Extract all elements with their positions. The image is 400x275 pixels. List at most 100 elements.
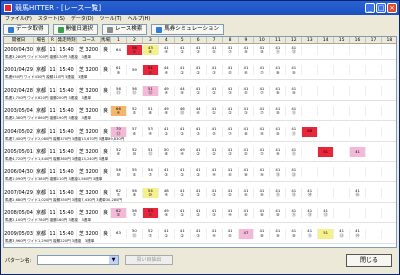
- horse-cell[interactable]: 41 ⑩: [286, 228, 303, 239]
- horse-cell[interactable]: 68: [302, 126, 319, 137]
- horse-cell[interactable]: 41 ⑨: [270, 147, 287, 157]
- horse-cell[interactable]: 41 ⑦: [254, 65, 271, 76]
- horse-cell[interactable]: 70 ⑬: [111, 126, 127, 137]
- race-row[interactable]: 2003/05/04 京都 11 15:40 芝 3200 良 66 ④ 52 ⑤ 51 ⑧ 49 ⑨ 46…: [4, 106, 396, 122]
- horse-cell[interactable]: 41 ⑤: [239, 147, 255, 157]
- column-header[interactable]: 18: [382, 37, 396, 43]
- horse-cell[interactable]: [318, 167, 335, 178]
- column-header[interactable]: 5: [175, 37, 191, 43]
- horse-cell[interactable]: [334, 147, 351, 157]
- horse-cell[interactable]: 53 ④: [143, 126, 159, 137]
- horse-cell[interactable]: 41 ⑯: [350, 187, 366, 198]
- horse-cell[interactable]: 56 ⑧: [127, 187, 143, 198]
- horse-cell[interactable]: 41 ②: [175, 228, 191, 239]
- menu-tools[interactable]: ツール(T): [100, 15, 122, 24]
- horse-cell[interactable]: [302, 106, 319, 117]
- column-header[interactable]: 6: [191, 37, 207, 43]
- horse-cell[interactable]: 51 ⑨: [142, 65, 159, 76]
- horse-cell[interactable]: 41 ②: [207, 147, 223, 157]
- horse-cell[interactable]: 41 ⑤: [223, 187, 239, 198]
- horse-cell[interactable]: [366, 147, 382, 157]
- horse-cell[interactable]: 41 ⑬: [286, 167, 303, 178]
- horse-cell[interactable]: [382, 127, 396, 137]
- horse-cell[interactable]: 41 ⑩: [286, 65, 303, 76]
- menu-start[interactable]: スタート(S): [38, 15, 65, 24]
- column-header[interactable]: 場名: [34, 37, 49, 43]
- horse-cell[interactable]: 56 ⑬: [111, 85, 127, 96]
- horse-cell[interactable]: [350, 106, 366, 117]
- minimize-button[interactable]: _: [365, 3, 375, 13]
- column-header[interactable]: 発走時刻: [57, 37, 77, 43]
- horse-cell[interactable]: 41 ⑦: [223, 126, 239, 137]
- horse-cell[interactable]: 41 ③: [239, 106, 255, 117]
- horse-cell[interactable]: [302, 65, 319, 76]
- horse-cell[interactable]: 41 ②: [223, 106, 239, 117]
- horse-cell[interactable]: 41 ①: [159, 228, 175, 239]
- horse-cell[interactable]: 41 ④: [223, 208, 239, 219]
- horse-cell[interactable]: 41 ⑩: [270, 106, 287, 117]
- horse-cell[interactable]: 41 ⑭: [302, 187, 319, 198]
- column-header[interactable]: R: [49, 37, 57, 43]
- pattern-select[interactable]: ▼: [37, 255, 119, 265]
- horse-cell[interactable]: [334, 187, 351, 198]
- column-header[interactable]: 7: [207, 37, 223, 43]
- horse-cell[interactable]: 41 ⑧: [239, 126, 255, 137]
- horse-cell[interactable]: 41 ②: [175, 126, 191, 137]
- horse-cell[interactable]: 41 ⑤: [239, 85, 255, 96]
- horse-cell[interactable]: 41 ⑤: [223, 228, 239, 239]
- horse-cell[interactable]: 41 ⑨: [239, 45, 255, 55]
- horse-cell[interactable]: [334, 126, 351, 137]
- horse-cell[interactable]: [382, 86, 396, 96]
- horse-cell[interactable]: 41 ⑫: [270, 167, 287, 178]
- horse-cell[interactable]: [350, 85, 366, 96]
- horse-cell[interactable]: 52 ⑦: [143, 228, 159, 239]
- horse-cell[interactable]: 41: [350, 147, 366, 157]
- horse-cell[interactable]: 41 ④: [159, 45, 175, 55]
- horse-cell[interactable]: 41 ①: [159, 126, 175, 137]
- horse-cell[interactable]: 41 ⑨: [254, 187, 271, 198]
- horse-cell[interactable]: 41 ⑨: [270, 228, 287, 239]
- horse-cell[interactable]: 41 ①: [191, 147, 207, 157]
- column-header[interactable]: 1: [111, 37, 127, 43]
- horse-cell[interactable]: 51 ⑫: [143, 147, 159, 157]
- horse-cell[interactable]: [382, 229, 396, 239]
- horse-cell[interactable]: 41 ③: [207, 187, 223, 198]
- horse-cell[interactable]: 48 ④: [159, 187, 175, 198]
- horse-cell[interactable]: 41 ⑩: [254, 45, 271, 55]
- horse-cell[interactable]: 41 ⑧: [270, 65, 287, 76]
- horse-cell[interactable]: 41 ⑧: [254, 208, 271, 219]
- horse-cell[interactable]: 41 ⑭: [350, 228, 366, 239]
- horse-cell[interactable]: 55 ⑤: [127, 167, 143, 178]
- horse-cell[interactable]: [366, 45, 382, 55]
- horse-cell[interactable]: 53 ⑤: [142, 208, 159, 219]
- column-header[interactable]: 11: [270, 37, 287, 43]
- close-button[interactable]: 閉じる: [346, 254, 392, 267]
- column-header[interactable]: 14: [318, 37, 335, 43]
- menu-data[interactable]: データ(D): [71, 15, 94, 24]
- column-header[interactable]: 8: [223, 37, 239, 43]
- horse-cell[interactable]: [382, 106, 396, 116]
- horse-cell[interactable]: 41 ④: [207, 228, 223, 239]
- horse-cell[interactable]: 41 ⑫: [286, 187, 303, 198]
- column-header[interactable]: 2: [127, 37, 143, 43]
- maximize-button[interactable]: □: [376, 3, 386, 13]
- horse-cell[interactable]: [382, 208, 396, 218]
- horse-cell[interactable]: 56 ⑧: [126, 45, 143, 55]
- horse-cell[interactable]: 43 ⑧: [142, 45, 159, 55]
- horse-cell[interactable]: 41 ⑦: [254, 147, 271, 157]
- horse-cell[interactable]: 52 ⑩: [127, 147, 143, 157]
- horse-cell[interactable]: 41 ①: [175, 187, 191, 198]
- race-row[interactable]: 2002/04/28 京都 11 15:40 芝 3200 良 56 ⑬ 56 ⑫ 51 ⑫ 49 ④ 44…: [4, 85, 396, 101]
- horse-cell[interactable]: 41 ⑪: [286, 106, 303, 117]
- horse-cell[interactable]: 41 ①: [175, 167, 191, 178]
- horse-cell[interactable]: [382, 45, 396, 55]
- horse-cell[interactable]: 56 ⑩: [111, 167, 127, 178]
- horse-cell[interactable]: 44 ⑨: [175, 85, 191, 96]
- horse-cell[interactable]: [302, 147, 319, 157]
- column-header[interactable]: 馬場: [101, 37, 111, 43]
- horse-cell[interactable]: 41 ②: [191, 167, 207, 178]
- horse-cell[interactable]: [382, 65, 396, 75]
- horse-cell[interactable]: [318, 106, 335, 117]
- horse-cell[interactable]: 41 ⑪: [270, 187, 287, 198]
- horse-cell[interactable]: [318, 65, 335, 76]
